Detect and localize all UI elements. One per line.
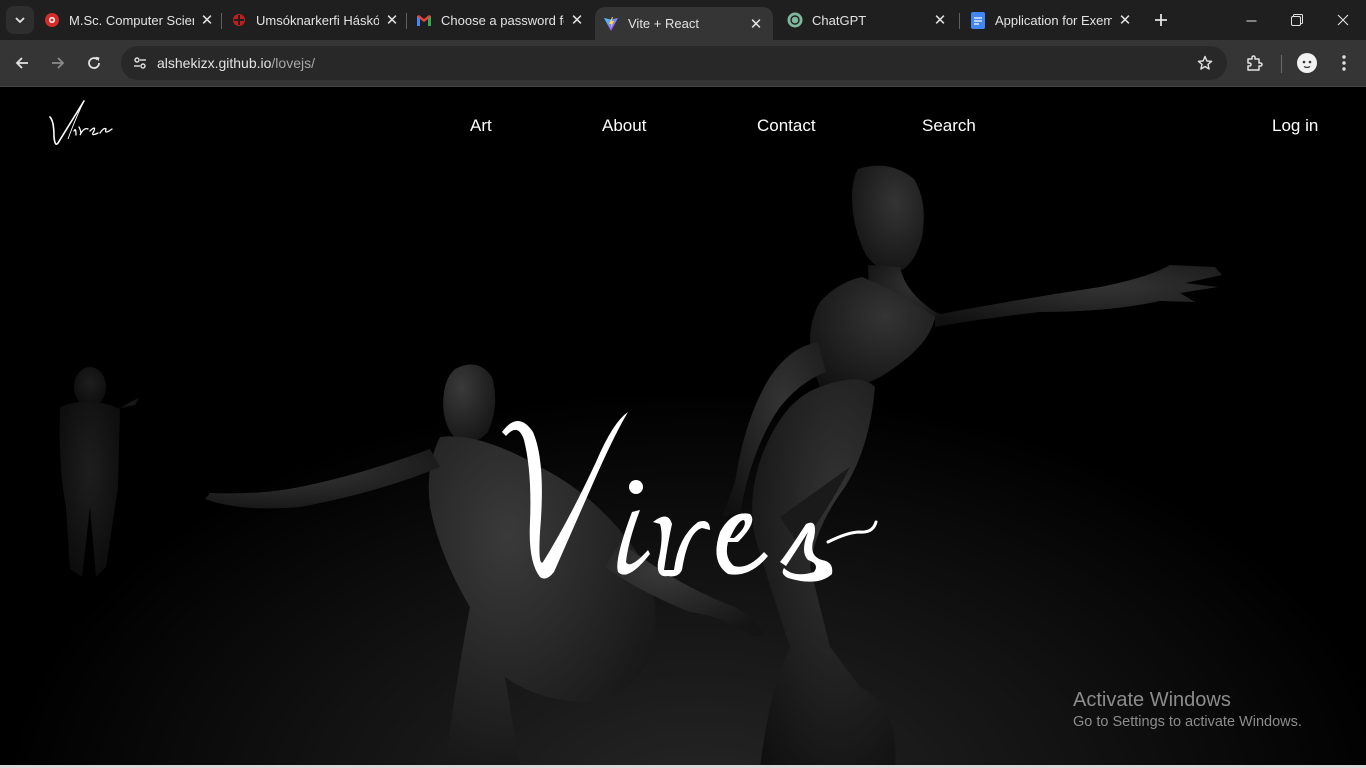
nav-link-search[interactable]: Search <box>922 116 976 136</box>
gmail-icon <box>416 12 432 28</box>
web-page: Art About Contact Search Log in Activate… <box>0 87 1366 768</box>
avatar-icon <box>1297 53 1317 73</box>
nav-link-about[interactable]: About <box>602 116 646 136</box>
tab-divider <box>959 13 960 29</box>
minimize-icon <box>1246 20 1256 21</box>
url-host: alshekizx.github.io <box>157 55 272 71</box>
nav-link-contact[interactable]: Contact <box>757 116 816 136</box>
close-icon[interactable]: ✕ <box>568 11 586 29</box>
site-settings-icon[interactable] <box>129 52 151 74</box>
address-bar[interactable]: alshekizx.github.io/lovejs/ <box>121 46 1227 80</box>
windows-activation-watermark: Activate Windows Go to Settings to activ… <box>1073 688 1302 732</box>
close-icon[interactable]: ✕ <box>931 11 949 29</box>
tab-divider <box>221 13 222 29</box>
tab-divider <box>406 13 407 29</box>
plus-icon <box>1155 14 1167 26</box>
new-tab-button[interactable] <box>1150 9 1172 31</box>
tab-title: Application for Exemp <box>995 12 1112 28</box>
close-window-button[interactable] <box>1320 0 1366 40</box>
docs-icon <box>970 11 986 29</box>
tab-title: Umsóknarkerfi Háskól <box>256 12 379 28</box>
minimize-button[interactable] <box>1228 0 1274 40</box>
tab-msc-computer-science[interactable]: M.Sc. Computer Scien ✕ <box>44 6 216 34</box>
hero-title <box>502 412 878 582</box>
nav-link-art[interactable]: Art <box>470 116 492 136</box>
tab-title: Vite + React <box>628 16 699 31</box>
distant-figure <box>59 367 140 577</box>
tab-strip: M.Sc. Computer Scien ✕ Umsóknarkerfi Hás… <box>0 0 1366 40</box>
close-icon[interactable]: ✕ <box>198 11 216 29</box>
tab-chatgpt[interactable]: ChatGPT ✕ <box>787 6 949 34</box>
arrow-left-icon <box>15 57 28 69</box>
close-icon[interactable]: ✕ <box>747 15 765 33</box>
hi-logo-icon <box>44 12 60 28</box>
reload-icon <box>88 56 100 69</box>
tab-title: M.Sc. Computer Scien <box>69 12 194 28</box>
site-logo[interactable] <box>46 97 116 149</box>
reload-button[interactable] <box>81 50 107 76</box>
tab-umsoknarkerfi[interactable]: Umsóknarkerfi Háskól ✕ <box>231 6 401 34</box>
tab-vite-react[interactable]: Vite + React ✕ <box>595 7 773 40</box>
chatgpt-icon <box>787 12 803 28</box>
tab-title: ChatGPT <box>812 12 867 28</box>
toolbar-divider <box>1281 55 1282 73</box>
watermark-subtitle: Go to Settings to activate Windows. <box>1073 714 1302 730</box>
puzzle-icon <box>1247 55 1263 71</box>
vite-icon <box>603 16 619 32</box>
forward-button[interactable] <box>45 50 71 76</box>
tab-application-exemption[interactable]: Application for Exemp ✕ <box>970 6 1134 34</box>
close-icon[interactable]: ✕ <box>1116 11 1134 29</box>
extensions-button[interactable] <box>1241 50 1267 76</box>
watermark-title: Activate Windows <box>1073 689 1231 711</box>
browser-menu-button[interactable] <box>1331 50 1357 76</box>
back-button[interactable] <box>9 50 35 76</box>
url-path: /lovejs/ <box>271 55 315 71</box>
chevron-down-icon <box>15 17 25 24</box>
close-icon <box>1337 14 1349 26</box>
login-link[interactable]: Log in <box>1272 116 1318 136</box>
tab-title: Choose a password fo <box>441 12 564 28</box>
close-icon[interactable]: ✕ <box>383 11 401 29</box>
arrow-right-icon <box>52 57 65 69</box>
profile-button[interactable] <box>1294 50 1320 76</box>
url-text[interactable]: alshekizx.github.io/lovejs/ <box>157 55 315 71</box>
restore-icon <box>1291 14 1303 26</box>
restore-button[interactable] <box>1274 0 1320 40</box>
kebab-menu-icon <box>1342 55 1346 71</box>
browser-toolbar: alshekizx.github.io/lovejs/ <box>0 40 1366 87</box>
tab-gmail-choose-password[interactable]: Choose a password fo ✕ <box>416 6 586 34</box>
tab-search-button[interactable] <box>6 6 34 34</box>
hi-logo-icon <box>231 12 247 28</box>
bookmark-star-icon[interactable] <box>1195 53 1215 73</box>
vires-logo-icon <box>49 100 113 145</box>
